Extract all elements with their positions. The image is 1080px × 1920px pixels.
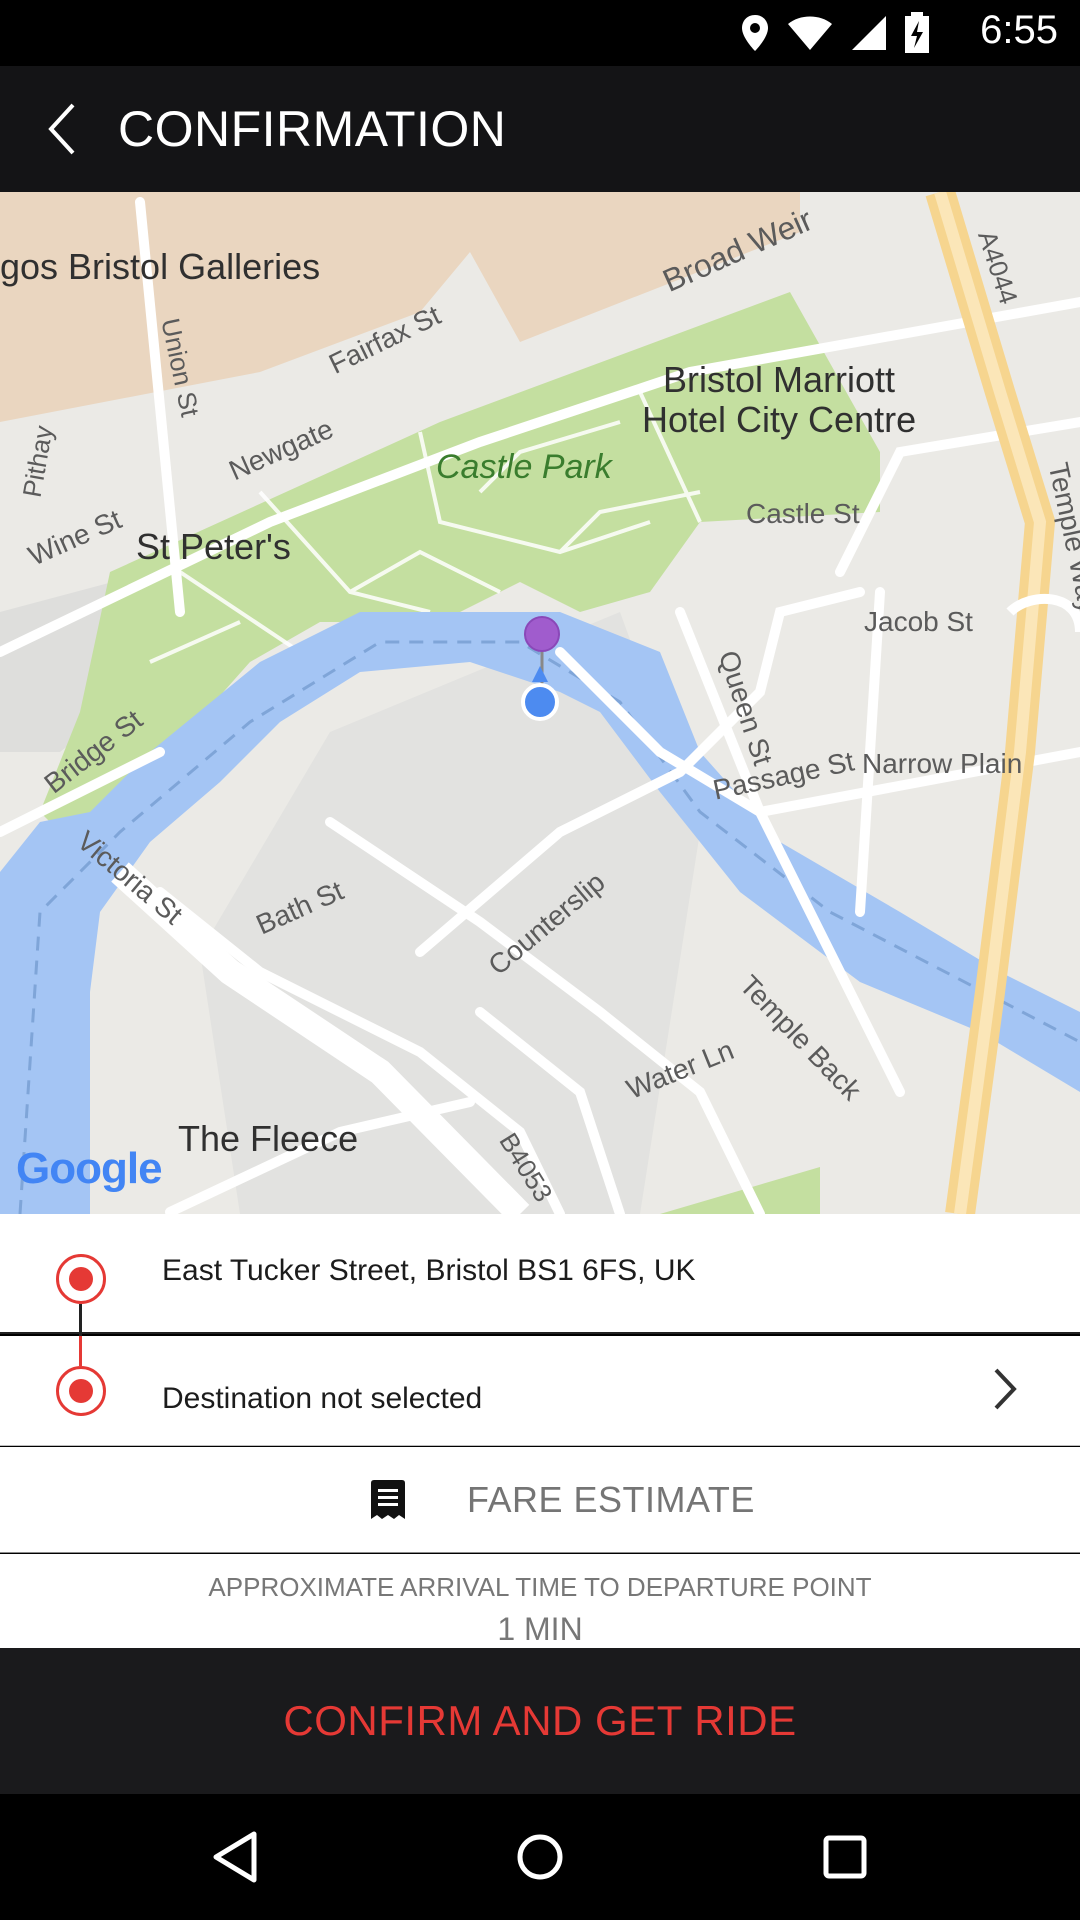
fare-estimate-button[interactable]: FARE ESTIMATE [0,1447,1080,1553]
circle-home-icon [517,1834,563,1880]
location-icon [742,15,768,51]
map-label-marriott: Bristol Marriott Hotel City Centre [642,359,917,440]
eta-section: APPROXIMATE ARRIVAL TIME TO DEPARTURE PO… [0,1554,1080,1648]
eta-value: 1 MIN [497,1611,583,1647]
confirm-ride-button[interactable]: CONFIRM AND GET RIDE [0,1648,1080,1794]
triangle-back-icon [213,1831,257,1883]
destination-text: Destination not selected [162,1382,483,1415]
chevron-left-icon [48,103,75,155]
clock: 6:55 [980,8,1058,52]
eta-caption: APPROXIMATE ARRIVAL TIME TO DEPARTURE PO… [208,1572,872,1602]
map-view[interactable]: gos Bristol Galleries Broad Weir A4044 U… [0,192,1080,1214]
map-label-galleries: gos Bristol Galleries [0,246,321,287]
signal-icon [852,16,886,50]
fare-estimate-label: FARE ESTIMATE [467,1479,755,1520]
battery-charging-icon [905,12,929,53]
map-label-st-peters: St Peter's [136,526,291,567]
nav-home-button[interactable] [505,1822,575,1892]
map-label-jacob-st: Jacob St [864,606,973,637]
google-attribution: Google [16,1144,163,1193]
map-label-narrow-plain: Narrow Plain [862,748,1023,779]
app-bar: CONFIRMATION [0,66,1080,192]
map-label-castle-park: Castle Park [436,448,612,486]
route-line-lower [79,1336,82,1366]
status-bar: 6:55 [0,0,1080,66]
map-label-castle-st: Castle St [746,498,860,529]
nav-recents-button[interactable] [810,1822,880,1892]
receipt-icon [371,1480,405,1519]
confirm-ride-label: CONFIRM AND GET RIDE [283,1697,797,1744]
destination-row[interactable]: Destination not selected [0,1336,1080,1446]
pickup-address: East Tucker Street, Bristol BS1 6FS, UK [162,1254,696,1287]
page-title: CONFIRMATION [118,101,507,157]
chevron-right-icon[interactable] [990,1366,1020,1412]
nav-back-button[interactable] [200,1822,270,1892]
map-label-the-fleece: The Fleece [178,1118,359,1159]
pickup-marker-icon [56,1254,106,1304]
route-line-upper [79,1304,82,1336]
system-nav-bar [0,1794,1080,1920]
back-button[interactable] [28,94,98,164]
square-recents-icon [823,1835,867,1879]
pickup-location-row[interactable]: East Tucker Street, Bristol BS1 6FS, UK [0,1214,1080,1336]
destination-marker-icon [56,1366,106,1416]
wifi-icon [788,16,832,50]
